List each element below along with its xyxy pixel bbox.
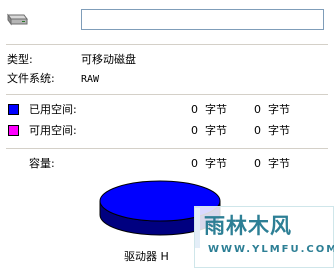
used-space-label: 已用空间: [29,103,77,116]
used-space-bytes: 0 [191,103,198,116]
type-value: 可移动磁盘 [81,53,136,66]
drive-name-input[interactable] [81,9,324,30]
free-space-bytes-unit: 字节 [205,124,227,137]
watermark-brand: 雨林木风 [204,214,292,238]
filesystem-label: 文件系统: [7,72,55,85]
capacity-size: 0 [254,157,261,170]
used-space-size: 0 [254,103,261,116]
filesystem-value: RAW [81,74,100,85]
divider-middle [6,94,328,95]
used-space-size-unit: 字节 [268,103,290,116]
free-space-size-unit: 字节 [268,124,290,137]
watermark-logo: 雨林木风 WWW.YLMFU.COM [194,206,334,268]
free-space-bytes: 0 [191,124,198,137]
free-space-size: 0 [254,124,261,137]
used-space-color-swatch [8,104,19,115]
divider-top [6,44,328,45]
drive-label: 驱动器 H [124,250,169,263]
capacity-bytes-unit: 字节 [205,157,227,170]
type-label: 类型: [7,53,33,66]
watermark-url: WWW.YLMFU.COM [208,244,334,255]
free-space-label: 可用空间: [29,124,77,137]
divider-bottom [6,148,328,149]
used-space-bytes-unit: 字节 [205,103,227,116]
removable-drive-icon [6,10,28,26]
capacity-label: 容量: [29,157,55,170]
capacity-bytes: 0 [191,157,198,170]
free-space-color-swatch [8,125,19,136]
capacity-size-unit: 字节 [268,157,290,170]
